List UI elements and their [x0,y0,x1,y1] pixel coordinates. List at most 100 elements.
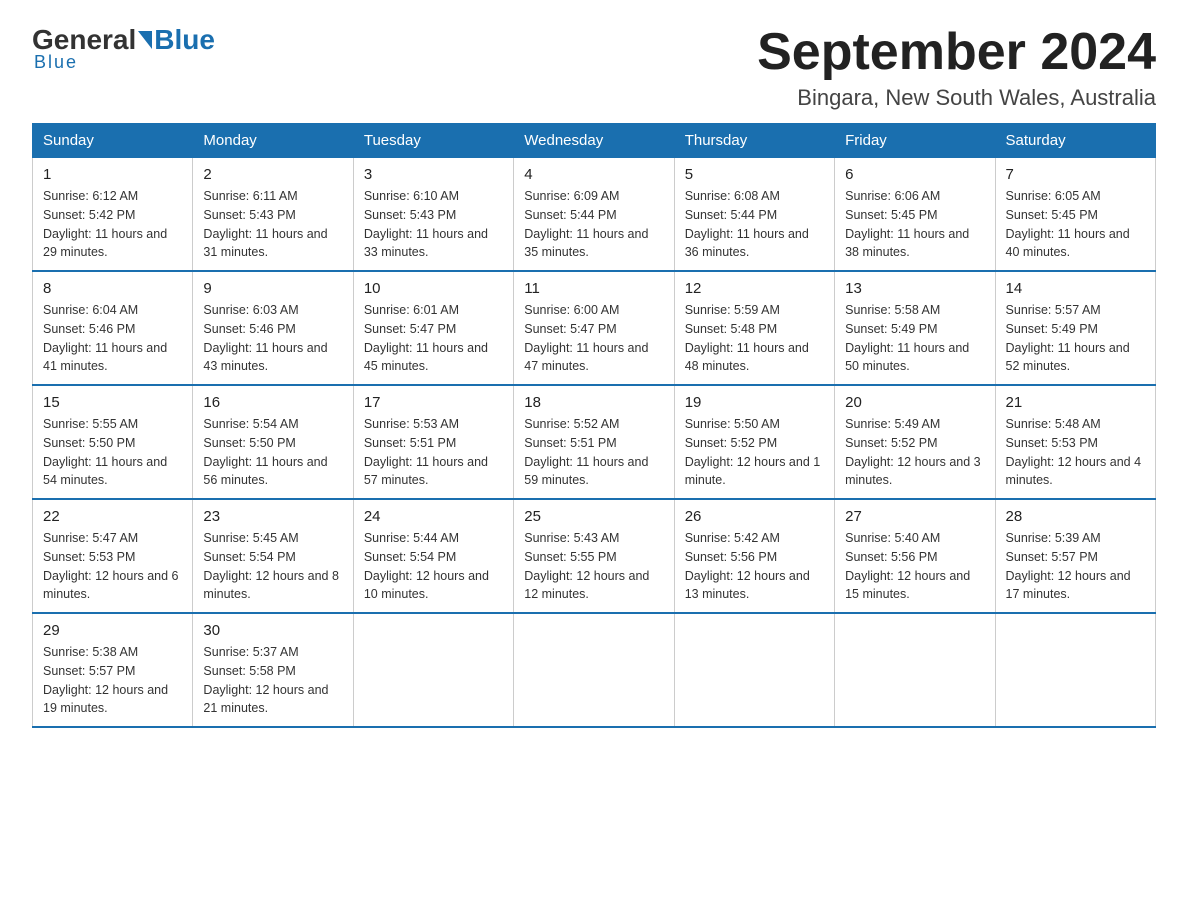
day-info: Sunrise: 6:01 AMSunset: 5:47 PMDaylight:… [364,301,503,376]
calendar-cell [353,613,513,727]
day-number: 2 [203,166,342,183]
day-number: 6 [845,166,984,183]
day-info: Sunrise: 5:59 AMSunset: 5:48 PMDaylight:… [685,301,824,376]
day-info: Sunrise: 5:53 AMSunset: 5:51 PMDaylight:… [364,415,503,490]
weekday-header-monday: Monday [193,124,353,158]
calendar-cell: 18Sunrise: 5:52 AMSunset: 5:51 PMDayligh… [514,385,674,499]
calendar-week-row: 29Sunrise: 5:38 AMSunset: 5:57 PMDayligh… [33,613,1156,727]
day-info: Sunrise: 6:04 AMSunset: 5:46 PMDaylight:… [43,301,182,376]
day-info: Sunrise: 5:42 AMSunset: 5:56 PMDaylight:… [685,529,824,604]
day-number: 26 [685,508,824,525]
day-number: 28 [1006,508,1145,525]
day-info: Sunrise: 5:47 AMSunset: 5:53 PMDaylight:… [43,529,182,604]
weekday-header-wednesday: Wednesday [514,124,674,158]
day-info: Sunrise: 6:12 AMSunset: 5:42 PMDaylight:… [43,187,182,262]
day-info: Sunrise: 5:55 AMSunset: 5:50 PMDaylight:… [43,415,182,490]
day-number: 17 [364,394,503,411]
day-number: 11 [524,280,663,297]
calendar-cell: 30 Sunrise: 5:37 AMSunset: 5:58 PMDayligh… [193,613,353,727]
weekday-header-row: SundayMondayTuesdayWednesdayThursdayFrid… [33,124,1156,158]
calendar-cell: 11 Sunrise: 6:00 AMSunset: 5:47 PMDayligh… [514,271,674,385]
calendar-cell: 24Sunrise: 5:44 AMSunset: 5:54 PMDayligh… [353,499,513,613]
calendar-week-row: 15 Sunrise: 5:55 AMSunset: 5:50 PMDayligh… [33,385,1156,499]
calendar-cell: 7 Sunrise: 6:05 AMSunset: 5:45 PMDaylight… [995,158,1155,272]
day-info: Sunrise: 5:39 AMSunset: 5:57 PMDaylight:… [1006,529,1145,604]
day-info: Sunrise: 5:38 AMSunset: 5:57 PMDaylight:… [43,643,182,718]
logo-underline: Blue [34,52,78,73]
calendar-cell: 27 Sunrise: 5:40 AMSunset: 5:56 PMDayligh… [835,499,995,613]
day-info: Sunrise: 5:49 AMSunset: 5:52 PMDaylight:… [845,415,984,490]
calendar-cell [995,613,1155,727]
day-number: 9 [203,280,342,297]
calendar-cell: 25 Sunrise: 5:43 AMSunset: 5:55 PMDayligh… [514,499,674,613]
day-info: Sunrise: 5:44 AMSunset: 5:54 PMDaylight:… [364,529,503,604]
day-info: Sunrise: 5:57 AMSunset: 5:49 PMDaylight:… [1006,301,1145,376]
day-info: Sunrise: 6:05 AMSunset: 5:45 PMDaylight:… [1006,187,1145,262]
day-number: 16 [203,394,342,411]
calendar-cell: 2 Sunrise: 6:11 AMSunset: 5:43 PMDaylight… [193,158,353,272]
calendar-week-row: 1 Sunrise: 6:12 AMSunset: 5:42 PMDaylight… [33,158,1156,272]
day-info: Sunrise: 5:40 AMSunset: 5:56 PMDaylight:… [845,529,984,604]
day-info: Sunrise: 5:54 AMSunset: 5:50 PMDaylight:… [203,415,342,490]
page-header: General Blue Blue September 2024 Bingara… [32,24,1156,111]
calendar-cell: 14Sunrise: 5:57 AMSunset: 5:49 PMDayligh… [995,271,1155,385]
day-info: Sunrise: 6:09 AMSunset: 5:44 PMDaylight:… [524,187,663,262]
day-number: 10 [364,280,503,297]
day-info: Sunrise: 5:43 AMSunset: 5:55 PMDaylight:… [524,529,663,604]
day-number: 23 [203,508,342,525]
location-title: Bingara, New South Wales, Australia [757,85,1156,111]
day-number: 19 [685,394,824,411]
calendar-cell: 4Sunrise: 6:09 AMSunset: 5:44 PMDaylight… [514,158,674,272]
day-info: Sunrise: 5:48 AMSunset: 5:53 PMDaylight:… [1006,415,1145,490]
day-number: 15 [43,394,182,411]
day-number: 21 [1006,394,1145,411]
day-number: 30 [203,622,342,639]
logo-triangle-icon [138,31,152,49]
calendar-cell: 16 Sunrise: 5:54 AMSunset: 5:50 PMDayligh… [193,385,353,499]
calendar-cell: 15 Sunrise: 5:55 AMSunset: 5:50 PMDayligh… [33,385,193,499]
calendar-cell: 9 Sunrise: 6:03 AMSunset: 5:46 PMDaylight… [193,271,353,385]
calendar-cell: 23 Sunrise: 5:45 AMSunset: 5:54 PMDayligh… [193,499,353,613]
calendar-cell: 22Sunrise: 5:47 AMSunset: 5:53 PMDayligh… [33,499,193,613]
day-info: Sunrise: 5:37 AMSunset: 5:58 PMDaylight:… [203,643,342,718]
weekday-header-sunday: Sunday [33,124,193,158]
day-info: Sunrise: 5:45 AMSunset: 5:54 PMDaylight:… [203,529,342,604]
calendar-cell: 21 Sunrise: 5:48 AMSunset: 5:53 PMDayligh… [995,385,1155,499]
weekday-header-friday: Friday [835,124,995,158]
day-info: Sunrise: 6:00 AMSunset: 5:47 PMDaylight:… [524,301,663,376]
day-info: Sunrise: 5:50 AMSunset: 5:52 PMDaylight:… [685,415,824,490]
day-info: Sunrise: 6:11 AMSunset: 5:43 PMDaylight:… [203,187,342,262]
day-number: 3 [364,166,503,183]
weekday-header-tuesday: Tuesday [353,124,513,158]
day-number: 27 [845,508,984,525]
day-info: Sunrise: 6:03 AMSunset: 5:46 PMDaylight:… [203,301,342,376]
day-number: 18 [524,394,663,411]
calendar-cell: 19 Sunrise: 5:50 AMSunset: 5:52 PMDayligh… [674,385,834,499]
logo-blue-text: Blue [154,24,215,56]
calendar-cell: 5Sunrise: 6:08 AMSunset: 5:44 PMDaylight… [674,158,834,272]
calendar-cell: 29Sunrise: 5:38 AMSunset: 5:57 PMDayligh… [33,613,193,727]
day-number: 12 [685,280,824,297]
calendar-cell: 26 Sunrise: 5:42 AMSunset: 5:56 PMDayligh… [674,499,834,613]
month-title: September 2024 [757,24,1156,81]
title-block: September 2024 Bingara, New South Wales,… [757,24,1156,111]
calendar-cell: 3 Sunrise: 6:10 AMSunset: 5:43 PMDaylight… [353,158,513,272]
calendar-cell: 20Sunrise: 5:49 AMSunset: 5:52 PMDayligh… [835,385,995,499]
day-number: 7 [1006,166,1145,183]
calendar-cell: 8 Sunrise: 6:04 AMSunset: 5:46 PMDaylight… [33,271,193,385]
logo: General Blue Blue [32,24,215,73]
calendar-cell [674,613,834,727]
calendar-cell [835,613,995,727]
day-number: 1 [43,166,182,183]
calendar-cell: 10 Sunrise: 6:01 AMSunset: 5:47 PMDayligh… [353,271,513,385]
calendar-cell: 6Sunrise: 6:06 AMSunset: 5:45 PMDaylight… [835,158,995,272]
day-info: Sunrise: 5:58 AMSunset: 5:49 PMDaylight:… [845,301,984,376]
calendar-cell: 13Sunrise: 5:58 AMSunset: 5:49 PMDayligh… [835,271,995,385]
day-number: 25 [524,508,663,525]
day-number: 8 [43,280,182,297]
calendar-cell: 1 Sunrise: 6:12 AMSunset: 5:42 PMDaylight… [33,158,193,272]
day-info: Sunrise: 6:10 AMSunset: 5:43 PMDaylight:… [364,187,503,262]
calendar-table: SundayMondayTuesdayWednesdayThursdayFrid… [32,123,1156,728]
calendar-week-row: 22Sunrise: 5:47 AMSunset: 5:53 PMDayligh… [33,499,1156,613]
weekday-header-thursday: Thursday [674,124,834,158]
